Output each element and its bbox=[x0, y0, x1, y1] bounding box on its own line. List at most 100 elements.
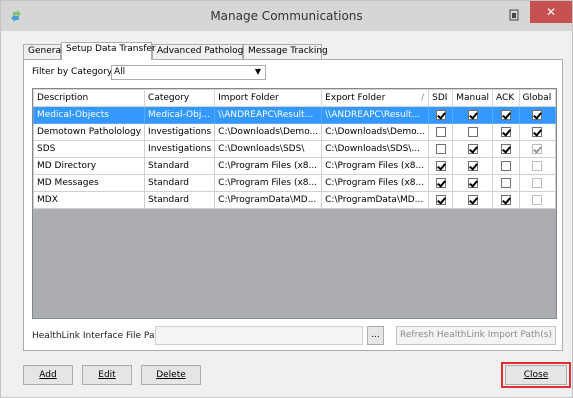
table-body: Medical-Objects Medical-Obj... \\ANDREAPC\… bbox=[32, 106, 556, 209]
filter-category-select[interactable]: All ▼ bbox=[111, 65, 266, 80]
cell-import: C:\Program Files (x8... bbox=[214, 157, 323, 175]
cell-ack bbox=[492, 140, 520, 158]
communications-grid[interactable]: Description Category Import Folder Expor… bbox=[32, 88, 557, 319]
tab-general[interactable]: General bbox=[23, 44, 63, 59]
column-header[interactable]: Category bbox=[144, 89, 216, 107]
cell-sdi bbox=[428, 191, 454, 209]
cell-manual bbox=[452, 174, 494, 192]
ack-checkbox[interactable] bbox=[500, 177, 511, 188]
cell-global bbox=[518, 174, 556, 192]
edit-button-label: Edit bbox=[98, 370, 116, 380]
cell-description: Medical-Objects bbox=[32, 106, 146, 124]
manual-checkbox[interactable] bbox=[467, 194, 478, 205]
sdi-checkbox[interactable] bbox=[435, 109, 446, 120]
cell-global bbox=[518, 106, 556, 124]
column-header[interactable]: ACK bbox=[492, 89, 520, 107]
cell-ack bbox=[492, 174, 520, 192]
sdi-checkbox[interactable] bbox=[435, 177, 446, 188]
cell-export: C:\Downloads\Demo... bbox=[321, 123, 430, 141]
sdi-checkbox[interactable] bbox=[435, 160, 446, 171]
tab-advanced-pathology[interactable]: Advanced Pathology bbox=[152, 44, 249, 59]
cell-import: C:\Downloads\Demo... bbox=[214, 123, 323, 141]
table-row[interactable]: Demotown Patholology Investigations C:\Dow… bbox=[32, 123, 556, 141]
cell-sdi bbox=[428, 106, 454, 124]
cell-category: Standard bbox=[144, 157, 216, 175]
global-checkbox[interactable] bbox=[532, 160, 543, 171]
communications-table: Description Category Import Folder Expor… bbox=[32, 89, 556, 209]
ack-checkbox[interactable] bbox=[500, 194, 511, 205]
healthlink-path-input[interactable] bbox=[155, 326, 363, 345]
cell-global bbox=[518, 123, 556, 141]
ack-checkbox[interactable] bbox=[500, 109, 511, 120]
title-bar[interactable]: Manage Communications ✕ bbox=[1, 1, 572, 31]
manual-checkbox[interactable] bbox=[467, 109, 478, 120]
healthlink-path-label: HealthLink Interface File Path bbox=[32, 331, 164, 341]
column-header[interactable]: Manual bbox=[452, 89, 494, 107]
column-header[interactable]: Export Folder / bbox=[321, 89, 430, 107]
window-close-button[interactable]: ✕ bbox=[530, 1, 572, 23]
tab-message-tracking[interactable]: Message Tracking bbox=[243, 44, 328, 59]
delete-button-label: Delete bbox=[156, 370, 186, 380]
cell-import: \\ANDREAPC\Result... bbox=[214, 106, 323, 124]
cell-ack bbox=[492, 157, 520, 175]
close-button[interactable]: Close bbox=[505, 365, 567, 385]
tab-setup-data-transfer[interactable]: Setup Data Transfer bbox=[61, 42, 156, 60]
table-row[interactable]: MD Directory Standard C:\Program Files (x8… bbox=[32, 157, 556, 175]
add-button-label: Add bbox=[39, 370, 57, 380]
sdi-checkbox[interactable] bbox=[435, 194, 446, 205]
ack-checkbox[interactable] bbox=[500, 126, 511, 137]
cell-global bbox=[518, 191, 556, 209]
filter-value: All bbox=[114, 67, 126, 77]
cell-category: Medical-Obj... bbox=[144, 106, 216, 124]
column-header[interactable]: Import Folder bbox=[214, 89, 323, 107]
filter-label: Filter by Category bbox=[32, 67, 113, 77]
add-button[interactable]: Add bbox=[23, 365, 73, 385]
column-header[interactable]: SDI bbox=[428, 89, 454, 107]
chevron-down-icon: ▼ bbox=[254, 67, 261, 76]
ack-checkbox[interactable] bbox=[500, 160, 511, 171]
cell-manual bbox=[452, 191, 494, 209]
global-checkbox[interactable] bbox=[532, 177, 543, 188]
browse-button[interactable]: ... bbox=[367, 326, 384, 345]
table-row[interactable]: Medical-Objects Medical-Obj... \\ANDREAPC\… bbox=[32, 106, 556, 124]
setup-data-transfer-panel: Filter by Category All ▼ Description Cat… bbox=[23, 59, 563, 351]
global-checkbox[interactable] bbox=[532, 126, 543, 137]
sdi-checkbox[interactable] bbox=[435, 143, 446, 154]
cell-import: C:\ProgramData\MD... bbox=[214, 191, 323, 209]
manual-checkbox[interactable] bbox=[467, 143, 478, 154]
cell-export: C:\Downloads\SDS\... bbox=[321, 140, 430, 158]
manual-checkbox[interactable] bbox=[467, 177, 478, 188]
sdi-checkbox[interactable] bbox=[435, 126, 446, 137]
column-header[interactable]: Description bbox=[32, 89, 146, 107]
cell-ack bbox=[492, 191, 520, 209]
cell-manual bbox=[452, 140, 494, 158]
delete-button[interactable]: Delete bbox=[141, 365, 201, 385]
table-row[interactable]: SDS Investigations C:\Downloads\SDS\ C:\Dow… bbox=[32, 140, 556, 158]
cell-import: C:\Program Files (x8... bbox=[214, 174, 323, 192]
cell-manual bbox=[452, 157, 494, 175]
global-checkbox[interactable] bbox=[532, 109, 543, 120]
cell-description: MDX bbox=[32, 191, 146, 209]
cell-description: MD Directory bbox=[32, 157, 146, 175]
cell-global bbox=[518, 157, 556, 175]
cell-description: SDS bbox=[32, 140, 146, 158]
global-checkbox[interactable] bbox=[532, 143, 543, 154]
column-header[interactable]: Global bbox=[518, 89, 556, 107]
ack-checkbox[interactable] bbox=[500, 143, 511, 154]
restore-window-icon[interactable] bbox=[507, 8, 521, 22]
refresh-healthlink-button[interactable]: Refresh HealthLink Import Path(s) bbox=[396, 326, 556, 345]
cell-category: Investigations bbox=[144, 123, 216, 141]
cell-export: \\ANDREAPC\Result... bbox=[321, 106, 430, 124]
global-checkbox[interactable] bbox=[532, 194, 543, 205]
manual-checkbox[interactable] bbox=[467, 126, 478, 137]
table-row[interactable]: MD Messages Standard C:\Program Files (x8.… bbox=[32, 174, 556, 192]
edit-button[interactable]: Edit bbox=[82, 365, 132, 385]
cell-sdi bbox=[428, 140, 454, 158]
table-row[interactable]: MDX Standard C:\ProgramData\MD... C:\Progra… bbox=[32, 191, 556, 209]
cell-category: Standard bbox=[144, 191, 216, 209]
cell-ack bbox=[492, 106, 520, 124]
cell-global bbox=[518, 140, 556, 158]
manual-checkbox[interactable] bbox=[467, 160, 478, 171]
cell-description: Demotown Patholology bbox=[32, 123, 146, 141]
cell-category: Standard bbox=[144, 174, 216, 192]
